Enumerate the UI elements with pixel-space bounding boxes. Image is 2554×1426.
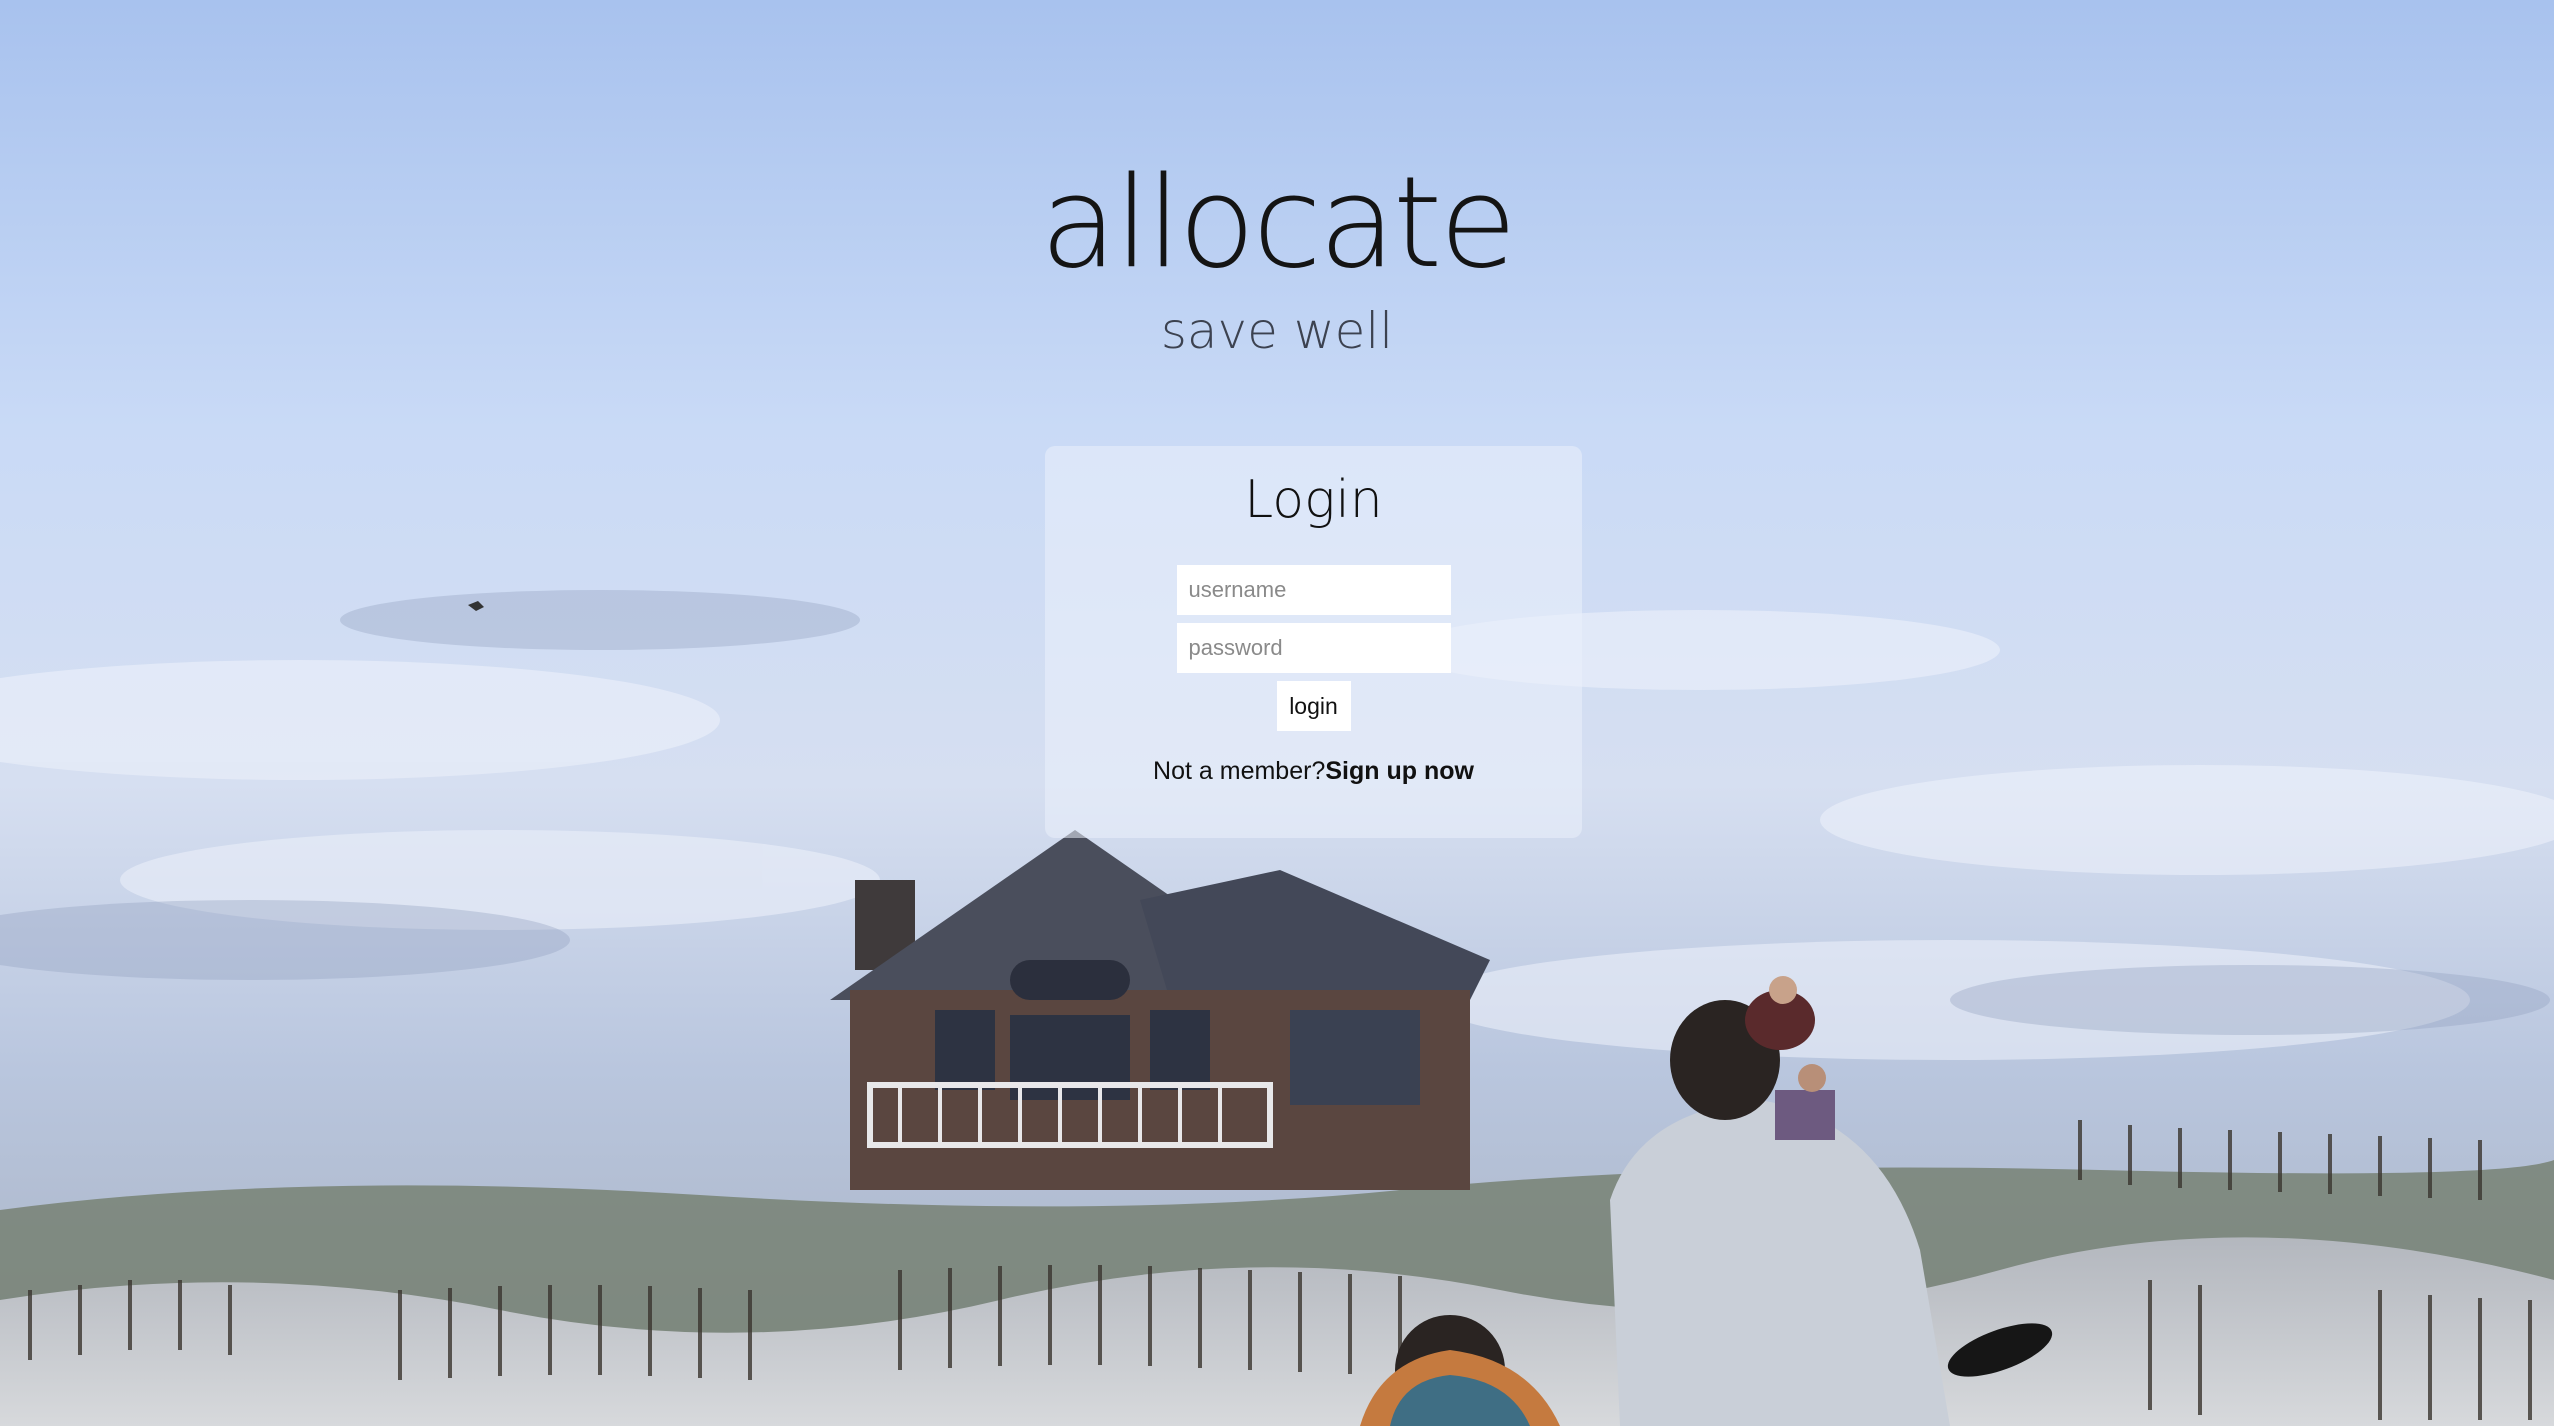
app-title: allocate: [1040, 149, 1517, 296]
login-heading: Login: [1244, 470, 1383, 530]
signup-link[interactable]: Sign up now: [1325, 757, 1474, 785]
login-button[interactable]: login: [1276, 681, 1351, 732]
password-input[interactable]: [1176, 623, 1451, 674]
brand-header: allocate save well: [0, 149, 2554, 360]
login-card: Login login Not a member?Sign up now: [1045, 446, 1582, 838]
app-tagline: save well: [1160, 302, 1394, 360]
signup-prompt: Not a member?Sign up now: [1045, 757, 1582, 786]
username-input[interactable]: [1176, 565, 1451, 616]
signup-prompt-text: Not a member?: [1153, 757, 1326, 786]
